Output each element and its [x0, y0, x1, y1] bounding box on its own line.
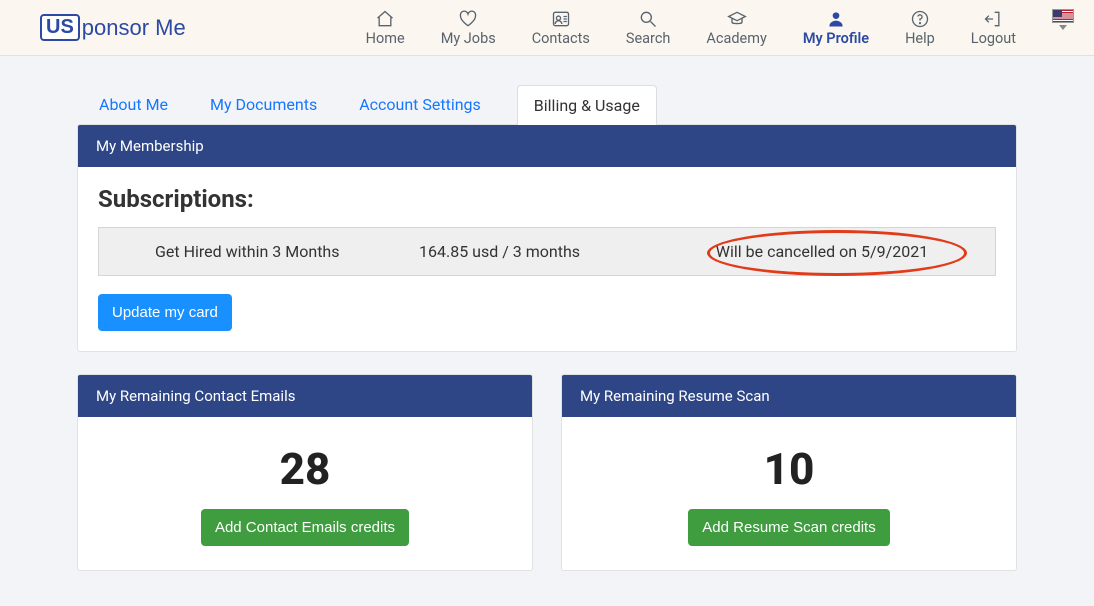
membership-body: Subscriptions: Get Hired within 3 Months…: [78, 167, 1016, 351]
subscriptions-title: Subscriptions:: [98, 185, 996, 213]
subscription-plan: Get Hired within 3 Months: [119, 242, 419, 261]
nav-academy-label: Academy: [706, 31, 766, 47]
tab-billing-usage[interactable]: Billing & Usage: [517, 85, 657, 125]
help-icon: [910, 9, 930, 29]
nav-logout-label: Logout: [971, 31, 1016, 47]
academy-icon: [727, 9, 747, 29]
profile-tabs: About Me My Documents Account Settings B…: [93, 84, 1017, 124]
nav-search-label: Search: [626, 31, 671, 47]
home-icon: [375, 9, 395, 29]
add-contact-emails-button[interactable]: Add Contact Emails credits: [201, 509, 409, 546]
chevron-down-icon: [1059, 25, 1067, 30]
nav-help[interactable]: Help: [905, 9, 935, 47]
search-icon: [638, 9, 658, 29]
nav-home-label: Home: [366, 31, 405, 47]
logout-icon: [983, 9, 1003, 29]
contact-emails-card: My Remaining Contact Emails 28 Add Conta…: [77, 374, 533, 571]
subscription-price: 164.85 usd / 3 months: [419, 242, 679, 261]
nav-myprofile-label: My Profile: [803, 31, 869, 47]
page-container: About Me My Documents Account Settings B…: [77, 56, 1017, 601]
nav-home[interactable]: Home: [366, 9, 405, 47]
nav-contacts-label: Contacts: [532, 31, 590, 47]
nav-myjobs[interactable]: My Jobs: [441, 9, 496, 47]
subscription-status: Will be cancelled on 5/9/2021: [679, 242, 975, 261]
nav-myprofile[interactable]: My Profile: [803, 9, 869, 47]
subscription-row: Get Hired within 3 Months 164.85 usd / 3…: [98, 227, 996, 276]
logo-box: US: [40, 14, 80, 41]
update-card-button[interactable]: Update my card: [98, 294, 232, 331]
tab-my-documents[interactable]: My Documents: [204, 85, 323, 124]
contact-emails-header: My Remaining Contact Emails: [78, 375, 532, 417]
logo-text: ponsor Me: [82, 15, 186, 41]
tab-about-me[interactable]: About Me: [93, 85, 174, 124]
main-nav: Home My Jobs Contacts Search Academy: [366, 9, 1074, 47]
topbar: US ponsor Me Home My Jobs Contacts Sear: [0, 0, 1094, 56]
nav-myjobs-label: My Jobs: [441, 31, 496, 47]
add-resume-scan-button[interactable]: Add Resume Scan credits: [688, 509, 889, 546]
resume-scan-card: My Remaining Resume Scan 10 Add Resume S…: [561, 374, 1017, 571]
heart-icon: [458, 9, 478, 29]
nav-search[interactable]: Search: [626, 9, 671, 47]
membership-card-header: My Membership: [78, 125, 1016, 167]
nav-contacts[interactable]: Contacts: [532, 9, 590, 47]
resume-scan-header: My Remaining Resume Scan: [562, 375, 1016, 417]
nav-help-label: Help: [905, 31, 935, 47]
logo[interactable]: US ponsor Me: [40, 14, 186, 41]
flag-us-icon: [1052, 9, 1074, 23]
profile-icon: [826, 9, 846, 29]
resume-scan-count: 10: [572, 443, 1006, 495]
nav-academy[interactable]: Academy: [706, 9, 766, 47]
contacts-icon: [551, 9, 571, 29]
contact-emails-count: 28: [88, 443, 522, 495]
tab-account-settings[interactable]: Account Settings: [353, 85, 487, 124]
membership-card: My Membership Subscriptions: Get Hired w…: [77, 124, 1017, 352]
credits-row: My Remaining Contact Emails 28 Add Conta…: [77, 374, 1017, 571]
nav-logout[interactable]: Logout: [971, 9, 1016, 47]
language-selector[interactable]: [1052, 9, 1074, 30]
